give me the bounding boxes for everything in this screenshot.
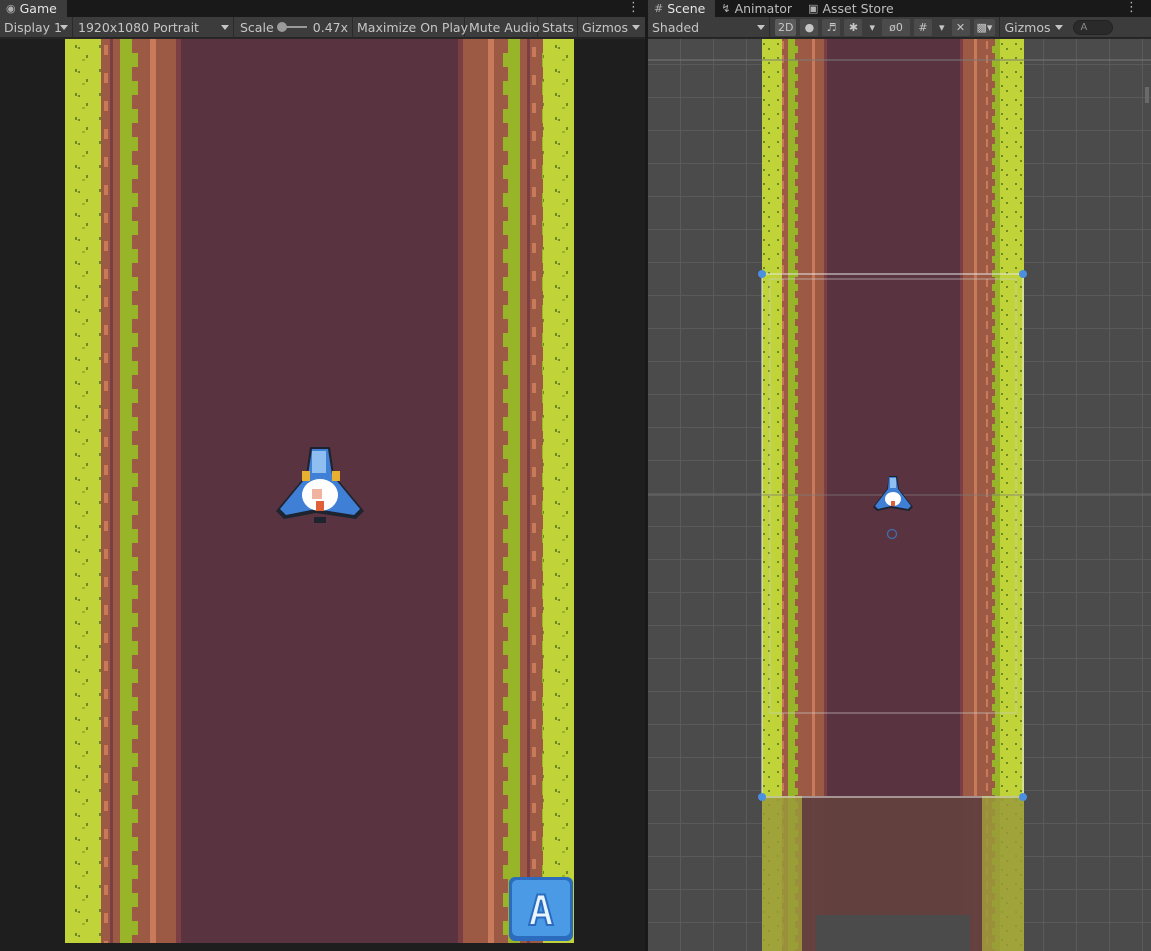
scene-gizmos-label: Gizmos bbox=[1004, 19, 1051, 35]
scene-view[interactable] bbox=[648, 39, 1151, 951]
hidden-count: 0 bbox=[895, 20, 903, 34]
game-kebab-menu-icon[interactable]: ⋮ bbox=[627, 0, 640, 17]
scene-kebab-menu-icon[interactable]: ⋮ bbox=[1125, 0, 1138, 17]
mute-audio-label: Mute Audio bbox=[469, 19, 540, 35]
mute-audio-toggle[interactable]: Mute Audio bbox=[465, 16, 540, 38]
scene-scrollbar[interactable] bbox=[1145, 87, 1149, 103]
grid-dropdown-icon[interactable]: ▾ bbox=[936, 19, 948, 36]
scene-gizmos-dropdown[interactable]: Gizmos bbox=[999, 16, 1067, 38]
tab-asset-store[interactable]: ▣ Asset Store bbox=[802, 0, 904, 17]
toggle-2d-label: 2D bbox=[778, 20, 794, 34]
effects-toggle-icon[interactable]: ✱ bbox=[844, 18, 863, 36]
scale-control: Scale 0.47x bbox=[234, 16, 353, 38]
tab-scene[interactable]: # Scene bbox=[648, 0, 716, 17]
maximize-on-play-toggle[interactable]: Maximize On Play bbox=[353, 16, 468, 38]
scale-slider-knob[interactable] bbox=[276, 22, 287, 32]
scene-panel: # Scene ↯ Animator ▣ Asset Store ⋮ Shade… bbox=[648, 0, 1151, 951]
scene-search-text: A bbox=[1080, 21, 1088, 33]
resolution-dropdown[interactable]: 1920x1080 Portrait bbox=[73, 16, 234, 38]
resolution-dropdown-label: 1920x1080 Portrait bbox=[78, 19, 199, 35]
rect-handle-bottom-right[interactable] bbox=[1019, 793, 1027, 801]
lighting-toggle-icon[interactable]: ● bbox=[800, 18, 819, 36]
action-button-a[interactable]: A bbox=[509, 877, 573, 941]
stats-toggle[interactable]: Stats bbox=[538, 16, 578, 38]
animator-icon: ↯ bbox=[721, 2, 731, 15]
scale-label: Scale bbox=[240, 19, 274, 35]
action-button-letter: A bbox=[528, 886, 553, 935]
tab-animator-label: Animator bbox=[734, 1, 793, 16]
scene-search-input[interactable]: A bbox=[1073, 19, 1114, 35]
game-render: A bbox=[65, 39, 574, 943]
rect-handle-top-right[interactable] bbox=[1019, 270, 1027, 278]
tab-scene-label: Scene bbox=[667, 1, 706, 16]
eye-slash-icon: ø bbox=[889, 20, 896, 34]
grid-icon: # bbox=[654, 2, 664, 15]
tab-animator[interactable]: ↯ Animator bbox=[715, 0, 802, 17]
hidden-objects-toggle[interactable]: ø 0 bbox=[882, 18, 910, 36]
game-tab-bar: ◉ Game bbox=[0, 0, 645, 17]
tab-game-label: Game bbox=[19, 1, 57, 16]
shading-mode-dropdown[interactable]: Shaded bbox=[648, 16, 770, 38]
game-gizmos-dropdown[interactable]: Gizmos bbox=[578, 17, 644, 38]
game-panel: ◉ Game ⋮ Display 1 1920x1080 Portrait Sc… bbox=[0, 0, 645, 951]
display-dropdown-label: Display 1 bbox=[4, 19, 63, 35]
scene-render bbox=[648, 39, 1151, 951]
effects-dropdown-icon[interactable]: ▾ bbox=[866, 19, 878, 36]
stats-label: Stats bbox=[542, 19, 574, 35]
store-icon: ▣ bbox=[808, 2, 819, 15]
game-view[interactable]: A bbox=[0, 39, 645, 951]
tools-icon[interactable]: ✕ bbox=[951, 18, 970, 36]
display-dropdown[interactable]: Display 1 bbox=[0, 16, 73, 38]
shading-mode-label: Shaded bbox=[652, 19, 700, 35]
scene-toolbar: Shaded 2D ● ♬ ✱ ▾ ø 0 # ▾ ✕ ▩▾ Gizmos A bbox=[648, 16, 1151, 38]
audio-toggle-icon[interactable]: ♬ bbox=[822, 18, 841, 36]
scale-slider[interactable] bbox=[276, 22, 307, 32]
gamepad-icon: ◉ bbox=[6, 2, 16, 15]
scene-tab-bar: # Scene ↯ Animator ▣ Asset Store bbox=[648, 0, 1151, 17]
grid-snap-icon[interactable]: # bbox=[914, 18, 932, 36]
camera-icon[interactable]: ▩▾ bbox=[973, 18, 996, 36]
rect-handle-bottom-left[interactable] bbox=[758, 793, 766, 801]
scale-value: 0.47x bbox=[312, 19, 348, 35]
maximize-on-play-label: Maximize On Play bbox=[357, 19, 468, 35]
rect-handle-top-left[interactable] bbox=[758, 270, 766, 278]
toggle-2d-button[interactable]: 2D bbox=[775, 18, 797, 36]
game-toolbar: Display 1 1920x1080 Portrait Scale 0.47x… bbox=[0, 16, 645, 38]
tab-asset-store-label: Asset Store bbox=[822, 1, 894, 16]
game-gizmos-label: Gizmos bbox=[582, 19, 629, 35]
tab-game[interactable]: ◉ Game bbox=[0, 0, 67, 17]
